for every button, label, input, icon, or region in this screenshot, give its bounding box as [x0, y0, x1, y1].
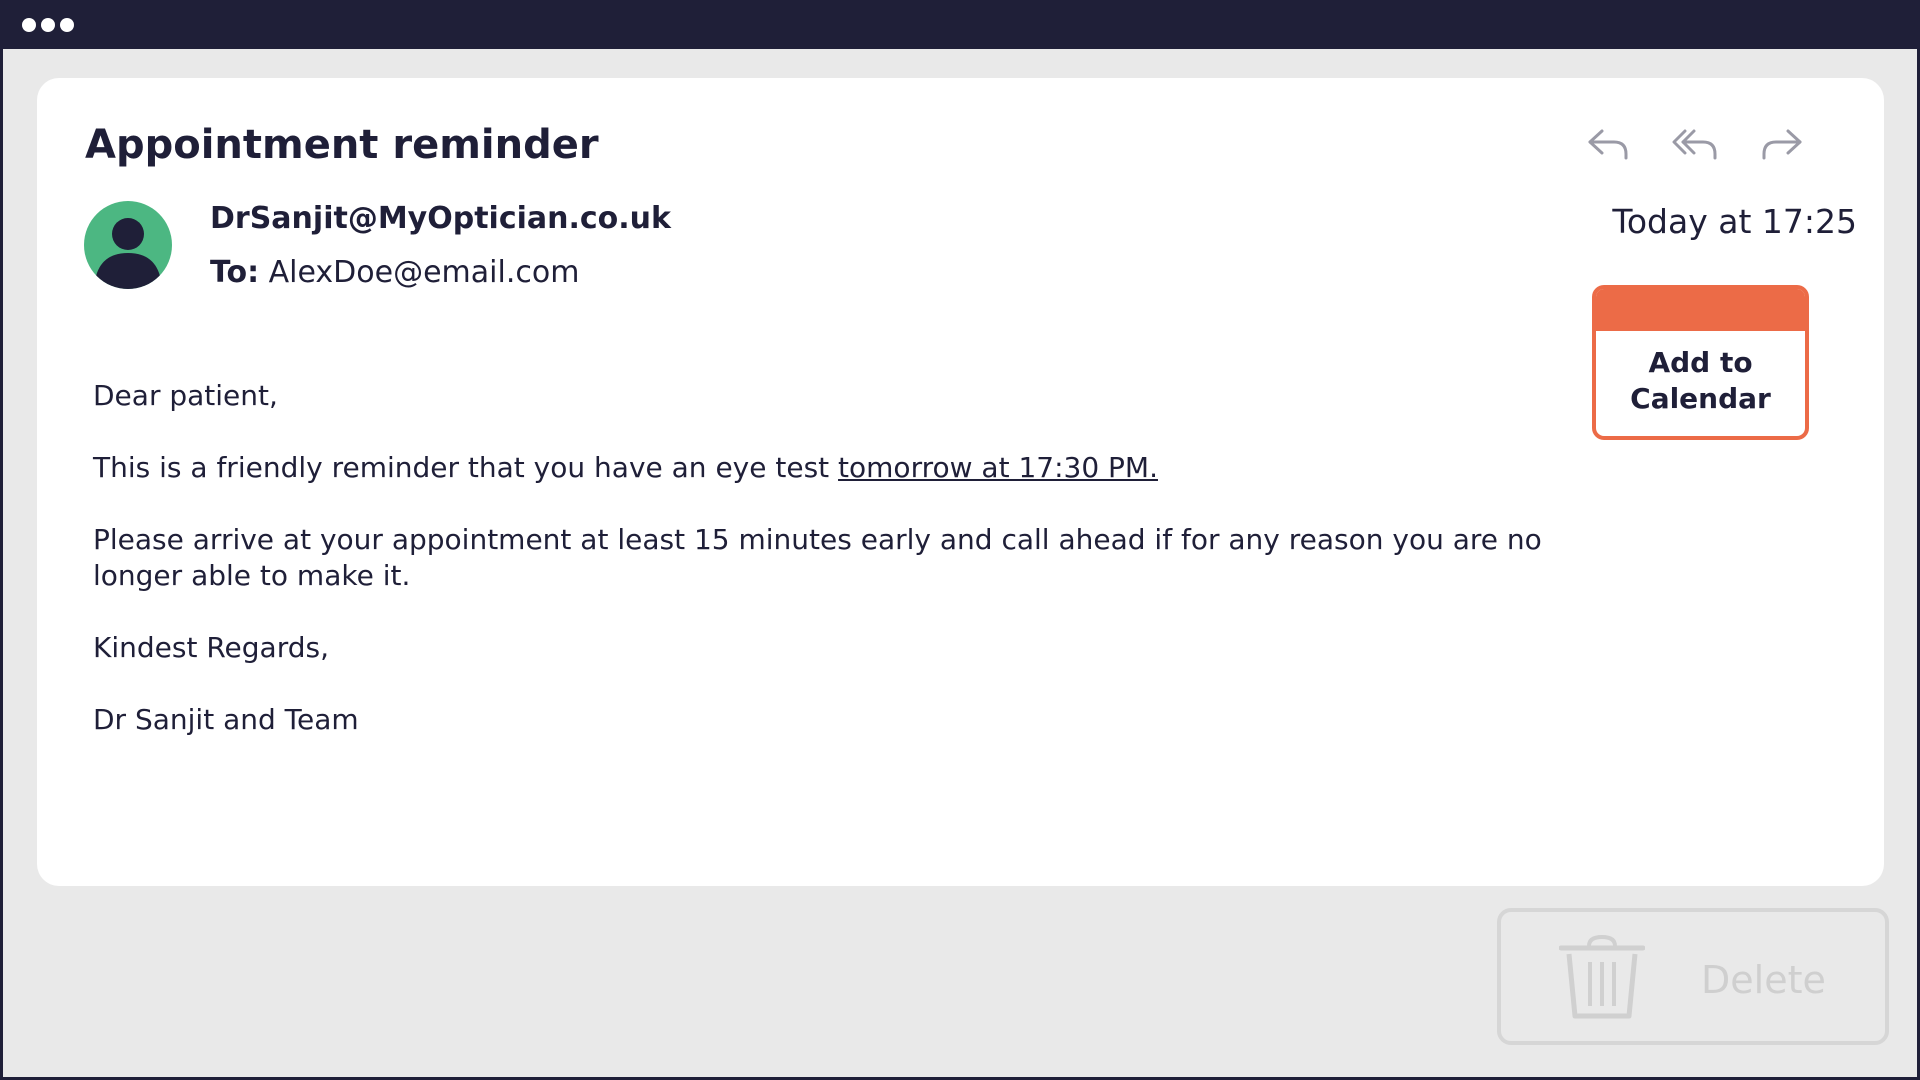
- dot-icon: [41, 18, 55, 32]
- body-signature: Dr Sanjit and Team: [93, 703, 359, 736]
- calendar-label-line2: Calendar: [1630, 382, 1771, 415]
- body-reminder: This is a friendly reminder that you hav…: [93, 450, 1573, 486]
- user-icon: [94, 218, 162, 289]
- reminder-text: This is a friendly reminder that you hav…: [93, 451, 839, 484]
- titlebar: [0, 0, 1920, 49]
- email-timestamp: Today at 17:25: [1612, 202, 1857, 241]
- sender-avatar: [84, 201, 172, 289]
- reply-all-button[interactable]: [1668, 118, 1722, 168]
- sender-address[interactable]: DrSanjit@MyOptician.co.uk: [210, 201, 671, 236]
- email-card: Appointment reminder DrSanjit@MyOptician…: [37, 78, 1884, 886]
- email-actions: [1582, 118, 1862, 168]
- delete-label: Delete: [1701, 958, 1826, 1002]
- add-to-calendar-label: Add to Calendar: [1596, 345, 1805, 417]
- email-subject: Appointment reminder: [85, 122, 599, 168]
- email-body: Dear patient, This is a friendly reminde…: [93, 378, 1573, 774]
- email-window: Appointment reminder DrSanjit@MyOptician…: [0, 0, 1920, 1080]
- calendar-header-bar: [1596, 289, 1805, 331]
- calendar-label-line1: Add to: [1648, 346, 1753, 379]
- recipient-address[interactable]: AlexDoe@email.com: [269, 255, 580, 290]
- to-label: To:: [210, 255, 260, 290]
- forward-button[interactable]: [1754, 118, 1808, 168]
- delete-button[interactable]: Delete: [1497, 908, 1889, 1045]
- dot-icon: [22, 18, 36, 32]
- body-greeting: Dear patient,: [93, 379, 278, 412]
- body-instructions: Please arrive at your appointment at lea…: [93, 523, 1542, 592]
- appointment-time-link[interactable]: tomorrow at 17:30 PM.: [838, 451, 1158, 484]
- dot-icon: [60, 18, 74, 32]
- window-menu-dots[interactable]: [22, 18, 74, 32]
- reply-all-icon: [1672, 129, 1717, 160]
- trash-icon: [1559, 934, 1645, 1019]
- forward-icon: [1762, 129, 1802, 160]
- reply-icon: [1588, 129, 1628, 160]
- reply-button[interactable]: [1582, 118, 1636, 168]
- recipient-line: To: AlexDoe@email.com: [210, 255, 579, 290]
- content-area: Appointment reminder DrSanjit@MyOptician…: [3, 49, 1917, 1077]
- add-to-calendar-button[interactable]: Add to Calendar: [1592, 285, 1809, 440]
- body-closing: Kindest Regards,: [93, 631, 329, 664]
